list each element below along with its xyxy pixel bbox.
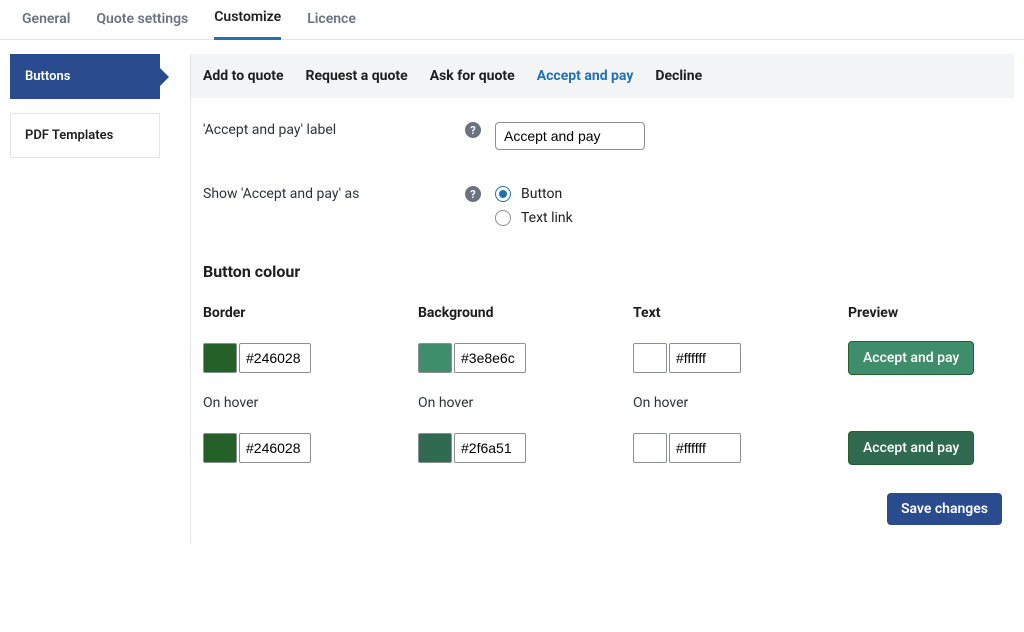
content: 'Accept and pay' label ? Show 'Accept an… <box>191 98 1014 475</box>
save-row: Save changes <box>191 475 1014 543</box>
help-icon[interactable]: ? <box>465 186 481 202</box>
preview-base-cell: Accept and pay <box>848 341 1002 375</box>
radio-icon <box>495 210 511 226</box>
radio-label-button: Button <box>521 186 562 202</box>
hover-label-border: On hover <box>203 395 418 411</box>
tab-quote-settings[interactable]: Quote settings <box>96 1 188 39</box>
text-color-base <box>633 341 848 375</box>
hex-bg-hover[interactable] <box>454 433 526 463</box>
subtab-request-a-quote[interactable]: Request a quote <box>306 68 408 84</box>
swatch-bg-hover[interactable] <box>418 433 452 463</box>
color-grid: Border Background Text Preview <box>203 305 1002 465</box>
tab-general[interactable]: General <box>22 1 70 39</box>
help-icon[interactable]: ? <box>465 122 481 138</box>
border-color-base <box>203 341 418 375</box>
row-label: 'Accept and pay' label ? <box>203 122 1002 150</box>
preview-button-base[interactable]: Accept and pay <box>848 341 974 375</box>
save-changes-button[interactable]: Save changes <box>887 493 1002 525</box>
preview-button-hover[interactable]: Accept and pay <box>848 431 974 465</box>
radio-option-button[interactable]: Button <box>495 186 573 202</box>
hover-label-bg: On hover <box>418 395 633 411</box>
row-show-as: Show 'Accept and pay' as ? Button Text l… <box>203 186 1002 226</box>
label-accept-and-pay-label: 'Accept and pay' label <box>203 122 465 138</box>
hex-text-base[interactable] <box>669 343 741 373</box>
swatch-text-hover[interactable] <box>633 433 667 463</box>
hex-text-hover[interactable] <box>669 433 741 463</box>
layout: Buttons PDF Templates Add to quote Reque… <box>0 40 1024 593</box>
bg-color-base <box>418 341 633 375</box>
tab-customize[interactable]: Customize <box>214 0 281 40</box>
preview-hover-cell: Accept and pay <box>848 431 1002 465</box>
show-as-radio-group: Button Text link <box>495 186 573 226</box>
swatch-border-hover[interactable] <box>203 433 237 463</box>
subtab-accept-and-pay[interactable]: Accept and pay <box>537 68 634 84</box>
hover-label-spacer <box>848 395 1002 411</box>
top-tabs: General Quote settings Customize Licence <box>0 0 1024 40</box>
hex-bg-base[interactable] <box>454 343 526 373</box>
section-title-button-colour: Button colour <box>203 262 1002 281</box>
subtab-decline[interactable]: Decline <box>655 68 702 84</box>
text-color-hover <box>633 431 848 465</box>
swatch-border-base[interactable] <box>203 343 237 373</box>
hex-border-base[interactable] <box>239 343 311 373</box>
main: Add to quote Request a quote Ask for quo… <box>190 54 1014 543</box>
sidebar-item-buttons[interactable]: Buttons <box>10 54 160 99</box>
header-background: Background <box>418 305 633 321</box>
sidebar: Buttons PDF Templates <box>10 54 160 543</box>
hover-label-text: On hover <box>633 395 848 411</box>
tab-licence[interactable]: Licence <box>307 1 356 39</box>
hex-border-hover[interactable] <box>239 433 311 463</box>
subtabs: Add to quote Request a quote Ask for quo… <box>191 54 1014 98</box>
header-preview: Preview <box>848 305 1002 321</box>
swatch-text-base[interactable] <box>633 343 667 373</box>
border-color-hover <box>203 431 418 465</box>
sidebar-item-pdf-templates[interactable]: PDF Templates <box>10 113 160 158</box>
radio-label-text-link: Text link <box>521 210 573 226</box>
subtab-ask-for-quote[interactable]: Ask for quote <box>430 68 515 84</box>
radio-option-text-link[interactable]: Text link <box>495 210 573 226</box>
header-text: Text <box>633 305 848 321</box>
accept-and-pay-label-input[interactable] <box>495 122 645 150</box>
header-border: Border <box>203 305 418 321</box>
bg-color-hover <box>418 431 633 465</box>
swatch-bg-base[interactable] <box>418 343 452 373</box>
subtab-add-to-quote[interactable]: Add to quote <box>203 68 284 84</box>
radio-icon <box>495 186 511 202</box>
label-show-as: Show 'Accept and pay' as <box>203 186 465 202</box>
